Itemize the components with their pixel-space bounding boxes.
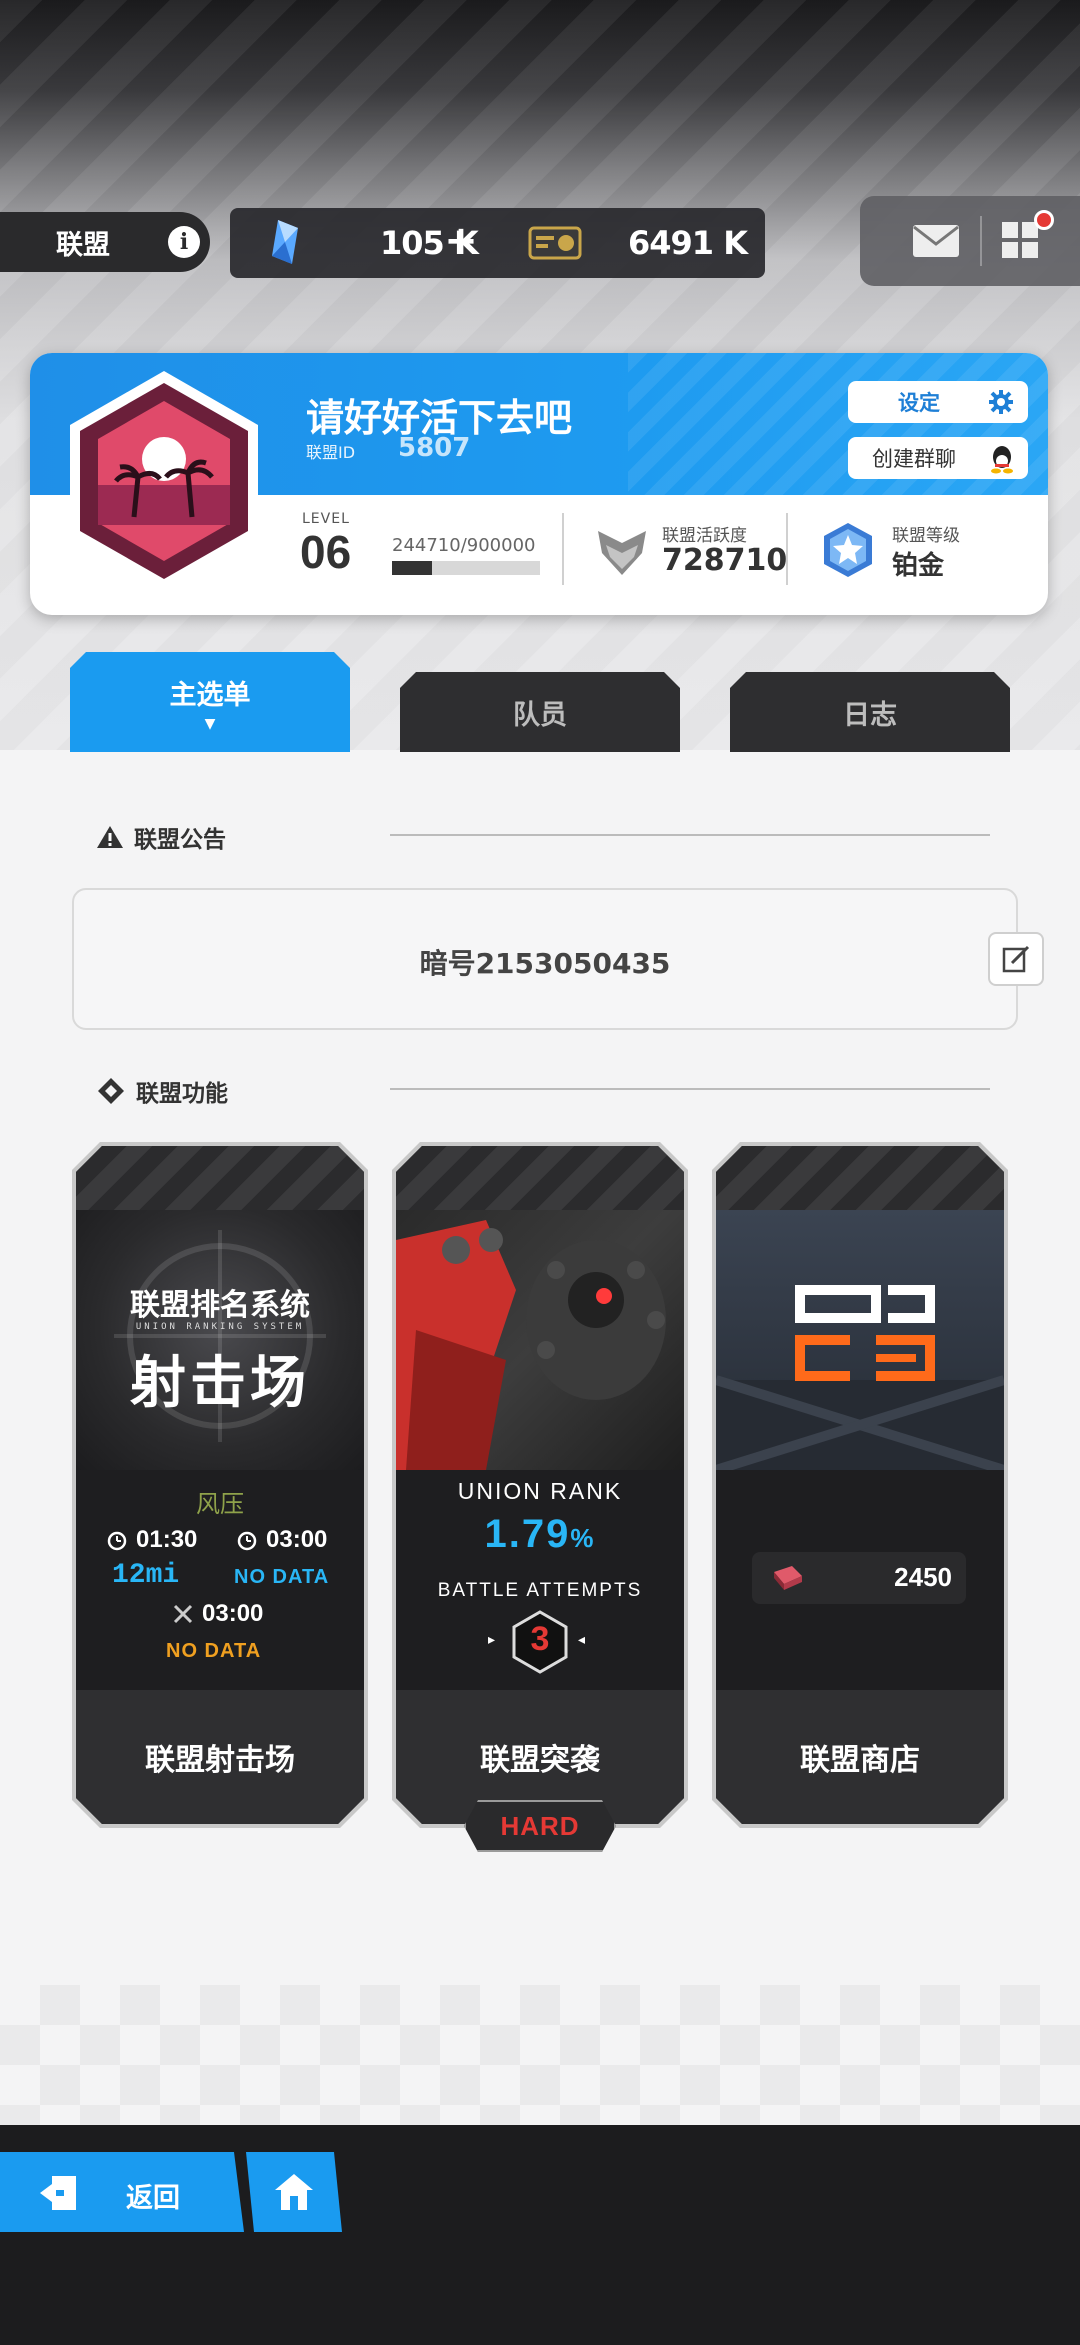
tab-members[interactable]: 队员: [400, 672, 680, 752]
shop-label: 联盟商店: [716, 1690, 1004, 1824]
union-info-card: 请好好活下去吧 联盟ID 5807 设定 创建群聊 LEVEL 06 24471…: [30, 353, 1048, 615]
edit-icon: [1002, 945, 1030, 973]
shop-currency: 2450: [752, 1552, 966, 1604]
union-rank-title: UNION RANK: [457, 1478, 623, 1504]
menu-grid-icon[interactable]: [1000, 220, 1040, 260]
tab-log[interactable]: 日志: [730, 672, 1010, 752]
glitch-value: 12mi: [112, 1560, 180, 1591]
add-crystal-button[interactable]: +: [443, 218, 479, 264]
glitch-row: 12mi: [112, 1560, 179, 1591]
home-icon: [275, 2174, 313, 2210]
grade-label: 联盟等级: [892, 526, 960, 546]
divider: [390, 1088, 990, 1090]
range-info: 风压 01:30 03:00 12mi NO DATA 03:00 NO DAT…: [76, 1470, 364, 1692]
arrow-left-icon: ◂: [578, 1632, 586, 1648]
shop-currency-value: 2450: [894, 1562, 952, 1592]
time-row-2: 03:00: [236, 1526, 327, 1554]
tab-main-menu[interactable]: 主选单 ▼: [70, 652, 350, 752]
diamond-icon: [98, 1078, 124, 1104]
nodata-row-1: NO DATA: [234, 1566, 330, 1588]
divider: [390, 834, 990, 836]
exit-door-icon: [40, 2176, 76, 2210]
boss-name: 风压: [196, 1490, 244, 1518]
activity-value: 728710: [662, 543, 788, 578]
battle-attempts-label: BATTLE ATTEMPTS: [437, 1580, 643, 1601]
exp-progress-bar: [392, 561, 540, 575]
level-value: 06: [300, 526, 352, 578]
info-icon[interactable]: i: [168, 226, 200, 258]
mail-icon[interactable]: [912, 224, 960, 258]
tab-main-label: 主选单: [169, 679, 251, 711]
shooting-range-art: 联盟排名系统 UNION RANKING SYSTEM 射击场: [76, 1210, 364, 1470]
functions-heading: 联盟功能: [96, 1074, 228, 1108]
union-shooting-range-card[interactable]: 联盟排名系统 UNION RANKING SYSTEM 射击场 风压 01:30…: [72, 1142, 368, 1828]
union-id-label: 联盟ID: [306, 443, 356, 462]
exp-text: 244710/900000: [392, 535, 536, 556]
notice-heading: 联盟公告: [96, 820, 226, 854]
clock-icon: [106, 1529, 128, 1551]
range-art-big: 射击场: [130, 1351, 310, 1416]
grade-value: 铂金: [892, 551, 945, 581]
shooting-range-label: 联盟射击场: [76, 1690, 364, 1824]
group-chat-label: 创建群聊: [872, 447, 956, 471]
union-grade-icon: [824, 523, 872, 577]
crystal-icon: [272, 220, 298, 264]
ticket-icon: [528, 226, 582, 260]
top-right-menu: [860, 196, 1080, 286]
difficulty-badge: HARD: [464, 1800, 616, 1852]
shop-logo-icon: [716, 1210, 1004, 1470]
shop-info: 2450: [716, 1470, 1004, 1692]
union-rank-value: 1.79%: [484, 1512, 596, 1556]
home-button[interactable]: [246, 2152, 342, 2232]
back-button[interactable]: 返回: [0, 2152, 244, 2232]
clock-icon: [236, 1529, 258, 1551]
notification-dot: [1034, 210, 1054, 230]
union-raid-card[interactable]: UNION RANK 1.79% BATTLE ATTEMPTS 3 ▸ ◂ 联…: [392, 1142, 688, 1828]
time-row-1: 01:30: [106, 1526, 197, 1554]
ticket-value: 6491 K: [628, 224, 748, 262]
range-art-subtitle: UNION RANKING SYSTEM: [135, 1322, 305, 1332]
swords-icon: [172, 1603, 194, 1625]
settings-button[interactable]: 设定: [848, 381, 1028, 423]
arrow-right-icon: ▸: [488, 1632, 496, 1648]
back-label: 返回: [126, 2183, 180, 2214]
activity-rank-icon: [598, 531, 646, 575]
notice-text: 暗号2153050435: [419, 947, 671, 980]
union-shop-card[interactable]: 2450 联盟商店: [712, 1142, 1008, 1828]
battle-attempts-value: 3: [530, 1620, 550, 1658]
warning-icon: [97, 826, 123, 848]
shop-art: [716, 1210, 1004, 1470]
qq-icon: [991, 446, 1013, 474]
time-row-3: 03:00: [172, 1600, 263, 1628]
nodata-row-2: NO DATA: [166, 1640, 262, 1662]
edit-notice-button[interactable]: [988, 932, 1044, 986]
gear-icon: [989, 390, 1013, 414]
raid-info: UNION RANK 1.79% BATTLE ATTEMPTS 3 ▸ ◂: [396, 1470, 684, 1692]
union-coin-icon: [770, 1562, 806, 1592]
notice-box: 暗号2153050435: [72, 888, 1018, 1030]
caret-down-icon: ▼: [204, 715, 216, 732]
settings-label: 设定: [898, 391, 940, 415]
currency-bar: 105 K + 6491 K: [230, 208, 765, 278]
divider: [980, 216, 982, 266]
range-art-title: 联盟排名系统: [130, 1288, 310, 1323]
create-group-chat-button[interactable]: 创建群聊: [848, 437, 1028, 479]
union-emblem-icon: [70, 371, 258, 591]
robot-boss-icon: [396, 1210, 684, 1470]
union-id-value: 5807: [398, 433, 471, 463]
raid-art: [396, 1210, 684, 1470]
